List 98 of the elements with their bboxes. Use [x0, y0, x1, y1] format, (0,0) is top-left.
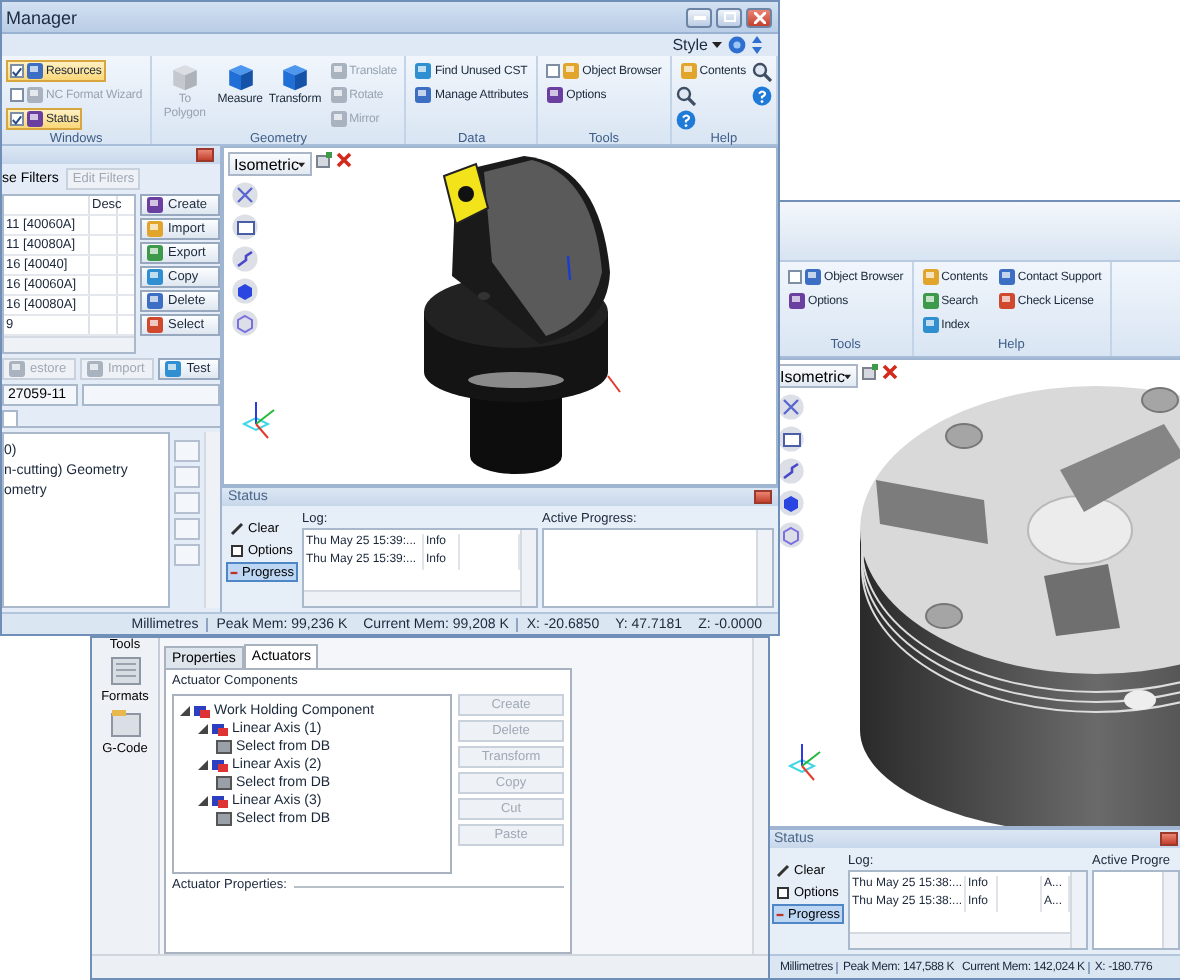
tool-icon — [146, 292, 164, 310]
panel-tab[interactable] — [2, 410, 18, 426]
info-icon[interactable] — [728, 36, 746, 54]
axis-triad-icon — [240, 400, 280, 440]
fit-view-icon[interactable] — [232, 182, 258, 208]
scrollbar[interactable] — [1162, 872, 1178, 948]
tool-icon — [146, 244, 164, 262]
tool-icon — [26, 86, 44, 104]
scrollbar[interactable] — [304, 590, 520, 606]
scrollbar[interactable] — [204, 432, 220, 608]
tool-icon — [329, 86, 348, 104]
help-icon[interactable] — [675, 109, 696, 129]
input-field[interactable] — [82, 384, 220, 406]
tool-icon — [414, 62, 433, 80]
caret-icon — [712, 42, 722, 48]
cube-icon — [223, 60, 258, 92]
scrollbar[interactable] — [752, 638, 768, 954]
options-icon — [776, 885, 790, 899]
cube-icon — [277, 60, 312, 92]
tool-icon — [26, 110, 44, 128]
add-view-icon[interactable] — [862, 364, 878, 380]
component-icon — [212, 757, 228, 771]
tool-icon — [546, 86, 565, 104]
tool-icon — [414, 86, 433, 104]
tool-icon — [146, 220, 164, 238]
expand-arrow-icon[interactable] — [198, 795, 208, 805]
tool-icon — [8, 360, 26, 378]
expand-arrow-icon[interactable] — [198, 723, 208, 733]
zoom-icon[interactable] — [232, 246, 258, 272]
tool-icon — [921, 316, 940, 334]
tool-icon — [997, 292, 1016, 310]
checkbox[interactable] — [10, 112, 24, 126]
help-icon[interactable] — [752, 85, 772, 105]
component-icon — [212, 793, 228, 807]
expand-arrow-icon[interactable] — [198, 759, 208, 769]
checkbox[interactable] — [546, 64, 561, 78]
delete-view-icon[interactable] — [882, 364, 898, 380]
tool-icon — [804, 268, 822, 286]
tool-icon — [146, 316, 164, 334]
style-menu[interactable]: Style — [672, 36, 722, 54]
scrollbar[interactable] — [850, 932, 1070, 948]
tool-icon — [788, 292, 806, 310]
checkbox[interactable] — [10, 64, 24, 78]
search-icon[interactable] — [675, 85, 696, 105]
clear-icon — [230, 521, 244, 535]
clear-icon — [776, 863, 790, 877]
close-button[interactable] — [196, 148, 214, 162]
window-title: Manager — [6, 7, 78, 27]
maximize-icon — [723, 12, 735, 22]
window-view-icon[interactable] — [778, 426, 804, 452]
tool-icon — [164, 360, 183, 378]
tool-icon — [921, 292, 940, 310]
view-dropdown[interactable]: Isometric — [228, 152, 312, 176]
scrollbar[interactable] — [520, 530, 536, 606]
solid-view-icon[interactable] — [232, 278, 258, 304]
database-icon — [216, 739, 232, 753]
close-button[interactable] — [754, 490, 772, 504]
arrows-icon[interactable] — [752, 36, 762, 54]
maximize-button[interactable] — [716, 7, 742, 27]
formats-icon[interactable] — [109, 656, 141, 686]
minimize-button[interactable] — [686, 7, 712, 27]
expand-arrow-icon[interactable] — [180, 705, 190, 715]
folder-icon[interactable] — [109, 708, 141, 738]
tool-icon — [85, 360, 104, 378]
tool-icon — [146, 268, 164, 286]
tool-icon — [921, 268, 940, 286]
delete-view-icon[interactable] — [336, 152, 352, 168]
tool-icon — [997, 268, 1016, 286]
window-view-icon[interactable] — [232, 214, 258, 240]
close-icon — [753, 11, 765, 23]
tool-icon — [146, 196, 164, 214]
solid-view-icon[interactable] — [778, 490, 804, 516]
zoom-icon[interactable] — [778, 458, 804, 484]
options-icon — [230, 543, 244, 557]
minimize-icon — [693, 15, 705, 19]
cube-icon — [167, 60, 202, 92]
axis-triad-icon — [786, 742, 826, 782]
tool-icon — [329, 62, 348, 80]
scrollbar[interactable] — [756, 530, 772, 606]
tool-icon — [679, 62, 698, 80]
search-icon[interactable] — [752, 61, 772, 81]
scrollbar[interactable] — [1070, 872, 1086, 948]
close-button[interactable] — [746, 7, 772, 27]
fit-view-icon[interactable] — [778, 394, 804, 420]
database-icon — [216, 811, 232, 825]
view-dropdown[interactable]: Isometric — [774, 364, 858, 388]
add-view-icon[interactable] — [316, 152, 332, 168]
close-button[interactable] — [1160, 832, 1178, 846]
caret-icon — [298, 161, 306, 167]
scrollbar[interactable] — [4, 336, 134, 352]
wireframe-view-icon[interactable] — [778, 522, 804, 548]
tool-icon — [26, 62, 44, 80]
checkbox[interactable] — [788, 270, 802, 284]
tool-icon — [562, 62, 581, 80]
wireframe-view-icon[interactable] — [232, 310, 258, 336]
database-icon — [216, 775, 232, 789]
tool-icon — [329, 110, 348, 128]
caret-icon — [844, 373, 852, 379]
